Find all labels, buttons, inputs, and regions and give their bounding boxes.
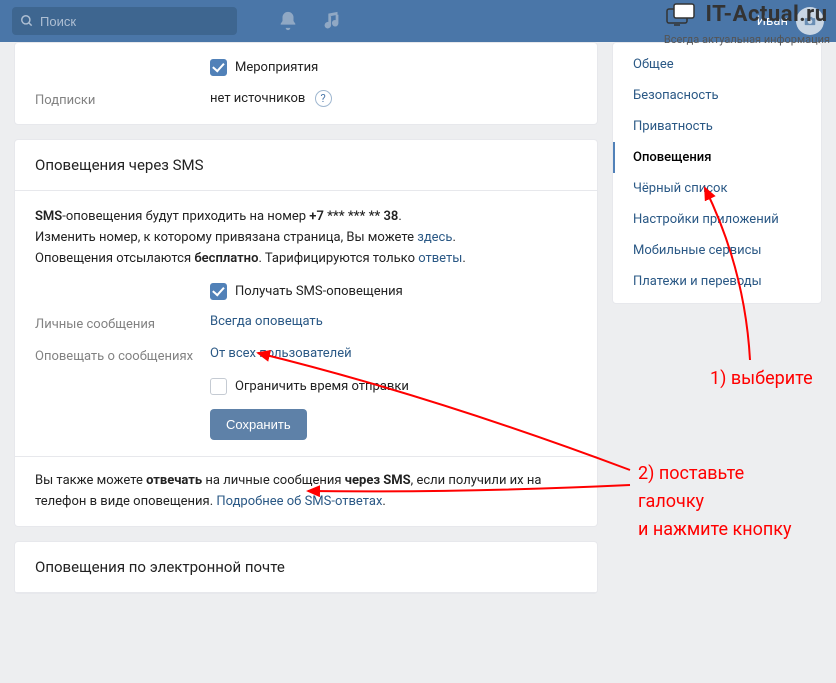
top-bar: Иван [0,0,836,42]
sidebar-item-general[interactable]: Общее [613,49,821,80]
subscriptions-label: Подписки [35,90,210,108]
bell-icon[interactable] [277,10,299,32]
sms-panel-title: Оповещения через SMS [15,140,597,191]
panel-top: Мероприятия Подписки нет источников ? [14,42,598,125]
events-checkbox-label: Мероприятия [235,60,318,75]
replies-link[interactable]: ответы [418,251,462,266]
camera-icon [803,14,817,28]
sms-replies-more-link[interactable]: Подробнее об SMS-ответах [216,494,382,509]
events-checkbox-row[interactable]: Мероприятия [210,59,318,76]
notify-about-label: Оповещать о сообщениях [35,346,210,364]
search-box[interactable] [12,7,237,35]
sidebar-item-privacy[interactable]: Приватность [613,111,821,142]
sms-footnote: Вы также можете отвечать на личные сообщ… [15,456,597,525]
panel-sms: Оповещения через SMS SMS-оповещения буду… [14,139,598,527]
sidebar-item-blacklist[interactable]: Чёрный список [613,173,821,204]
music-icon[interactable] [321,10,343,32]
checkbox-events[interactable] [210,59,227,76]
sidebar-item-payments[interactable]: Платежи и переводы [613,266,821,297]
avatar [796,7,824,35]
panel-email: Оповещения по электронной почте [14,541,598,594]
help-icon[interactable]: ? [315,90,332,107]
checkbox-limit-time[interactable] [210,378,227,395]
email-panel-title: Оповещения по электронной почте [15,542,597,593]
private-msg-label: Личные сообщения [35,314,210,332]
user-area[interactable]: Иван [757,7,824,35]
change-number-link[interactable]: здесь [417,230,452,245]
settings-side-menu: Общее Безопасность Приватность Оповещени… [612,42,822,304]
subscriptions-value: нет источников [210,91,305,106]
sidebar-item-mobile[interactable]: Мобильные сервисы [613,235,821,266]
sidebar-item-security[interactable]: Безопасность [613,80,821,111]
receive-sms-checkbox-row[interactable]: Получать SMS-оповещения [210,283,403,300]
limit-time-checkbox-row[interactable]: Ограничить время отправки [210,378,409,395]
checkbox-receive-sms[interactable] [210,283,227,300]
search-icon [20,14,34,28]
sidebar-item-apps[interactable]: Настройки приложений [613,204,821,235]
sms-info-text: SMS-оповещения будут приходить на номер … [35,207,577,269]
limit-time-label: Ограничить время отправки [235,379,409,394]
search-input[interactable] [40,14,220,29]
sidebar-item-notifications[interactable]: Оповещения [613,142,821,173]
private-msg-value[interactable]: Всегда оповещать [210,314,323,329]
save-button[interactable]: Сохранить [210,409,307,440]
username: Иван [757,14,788,29]
topbar-icons [277,10,343,32]
notify-about-value[interactable]: От всех пользователей [210,346,352,361]
receive-sms-label: Получать SMS-оповещения [235,284,403,299]
